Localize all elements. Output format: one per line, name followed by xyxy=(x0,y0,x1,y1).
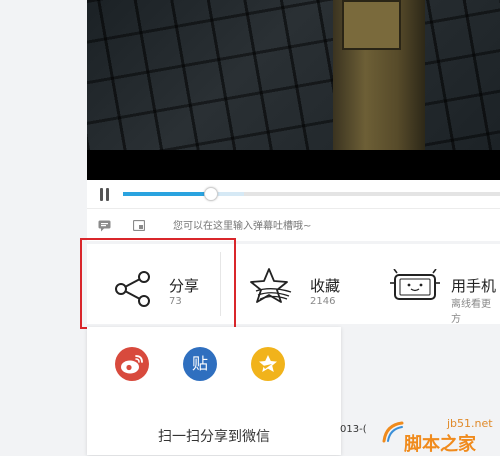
progress-handle[interactable] xyxy=(203,187,218,201)
played-bar xyxy=(123,192,210,196)
star-icon xyxy=(250,268,292,303)
watermark-site: jb51.net xyxy=(447,417,493,430)
player-controls xyxy=(87,180,500,208)
wechat-share-text: 扫一扫分享到微信 xyxy=(158,429,270,445)
date-fragment: 013-( xyxy=(340,424,367,435)
mobile-label: 用手机 xyxy=(451,277,497,295)
favorite-label: 收藏 xyxy=(310,277,341,295)
share-dropdown: 贴 扫一扫分享到微信 xyxy=(87,327,341,455)
danmaku-bar xyxy=(87,208,500,241)
pause-icon[interactable] xyxy=(99,188,111,201)
weibo-share-icon[interactable] xyxy=(115,347,149,381)
watermark-name: 脚本之家 xyxy=(404,434,476,455)
video-player[interactable] xyxy=(87,0,500,180)
mobile-button[interactable]: 用手机 离线看更方 xyxy=(387,244,500,325)
progress-bar[interactable] xyxy=(123,187,500,201)
favorite-button[interactable]: 收藏 2146 xyxy=(237,244,377,324)
tieba-label: 贴 xyxy=(191,354,208,373)
favorite-count: 2146 xyxy=(310,296,336,307)
video-frame xyxy=(87,0,500,150)
mobile-phone-icon xyxy=(390,269,440,300)
tieba-share-icon[interactable]: 贴 xyxy=(183,347,217,381)
site-logo-icon xyxy=(382,421,404,443)
danmaku-settings-icon[interactable] xyxy=(133,220,145,231)
danmaku-toggle-icon[interactable] xyxy=(98,220,111,232)
mobile-sublabel: 离线看更方 xyxy=(451,299,491,325)
danmaku-input[interactable] xyxy=(163,215,500,237)
qzone-share-icon[interactable] xyxy=(251,347,285,381)
highlight-box xyxy=(80,238,236,329)
